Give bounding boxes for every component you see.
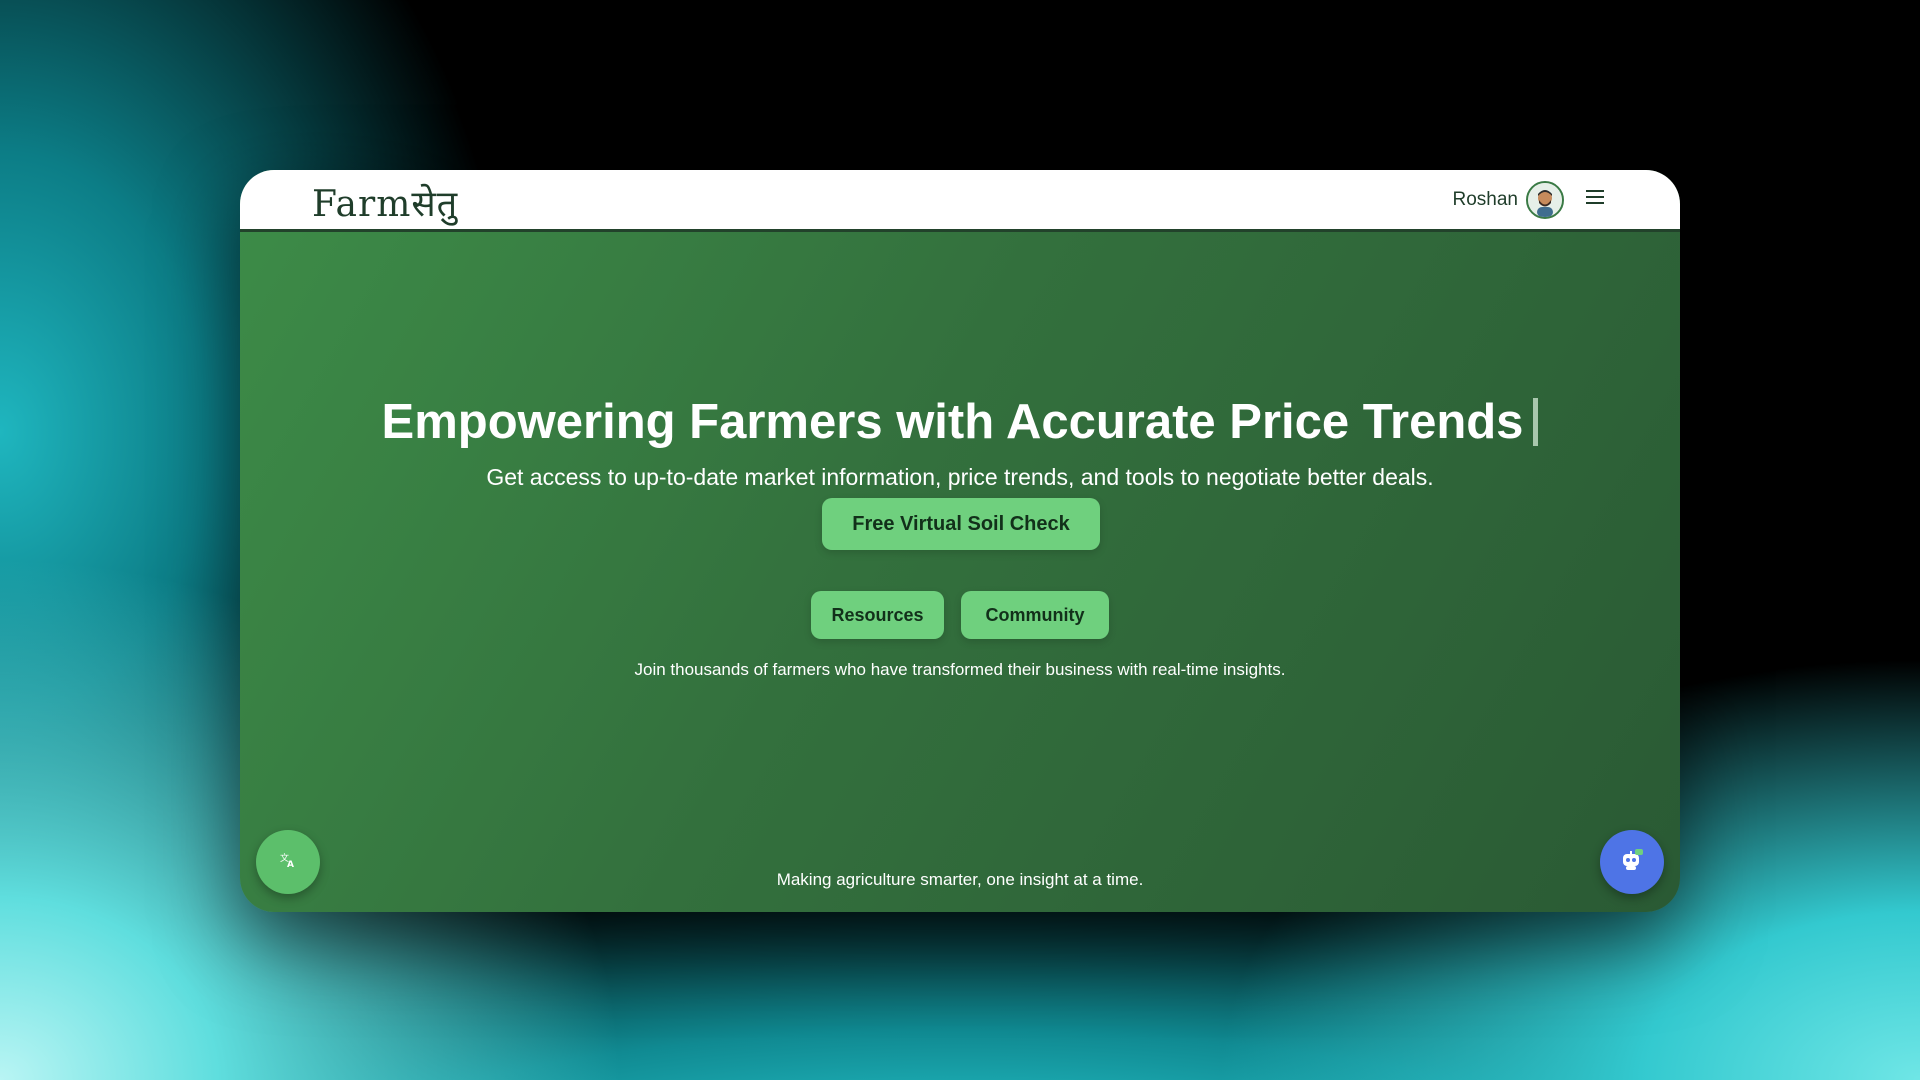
typing-cursor [1533, 398, 1539, 446]
translate-button[interactable]: 文 A [256, 830, 320, 894]
chatbot-icon [1617, 845, 1647, 880]
farmsetu-logo[interactable]: Farmसेतु [312, 178, 458, 227]
join-text: Join thousands of farmers who have trans… [634, 660, 1286, 679]
browser-window: Farmसेतु Roshan Empowering Farmers with … [240, 170, 1680, 912]
free-virtual-soil-check-button[interactable]: Free Virtual Soil Check [822, 498, 1100, 550]
hero-title: Empowering Farmers with Accurate Price T… [240, 394, 1680, 450]
resources-button[interactable]: Resources [811, 591, 944, 639]
user-avatar-icon[interactable] [1526, 181, 1564, 219]
top-navbar: Farmसेतु Roshan [240, 170, 1680, 232]
hero-title-text: Empowering Farmers with Accurate Price T… [381, 395, 1524, 449]
svg-text:A: A [287, 860, 294, 869]
footer-tagline: Making agriculture smarter, one insight … [776, 870, 1144, 889]
hamburger-menu-icon[interactable] [1586, 190, 1604, 204]
user-profile[interactable]: Roshan [1453, 180, 1564, 220]
translate-icon: 文 A [279, 851, 297, 874]
user-name[interactable]: Roshan [1453, 189, 1519, 211]
community-button[interactable]: Community [961, 591, 1109, 639]
chatbot-button[interactable] [1600, 830, 1664, 894]
hero-subtitle: Get access to up-to-date market informat… [486, 464, 1434, 490]
